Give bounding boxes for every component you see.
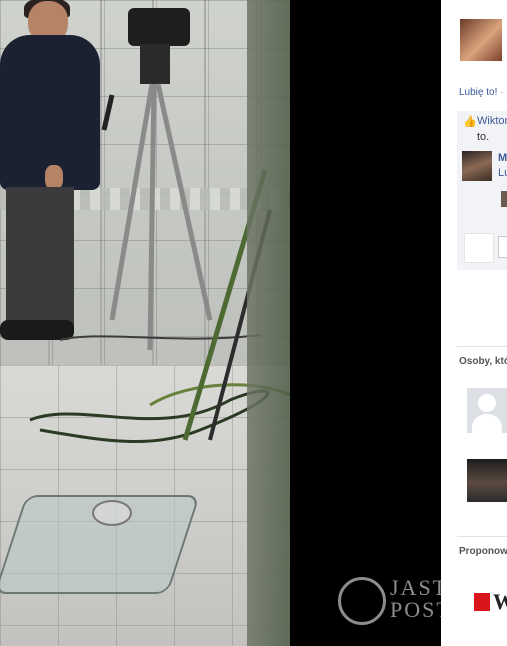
cable <box>29 389 270 443</box>
people-section-title: Osoby, któ <box>459 356 507 367</box>
like-action[interactable]: Lubię to! · <box>459 87 504 98</box>
like-link-label[interactable]: Lubię to! <box>459 87 497 98</box>
default-avatar[interactable] <box>467 388 507 433</box>
tripod-handle <box>101 94 115 131</box>
avatar-silhouette-head <box>478 394 496 412</box>
current-user-avatar <box>464 233 494 263</box>
thumbs-up-icon: 👍 <box>463 116 477 128</box>
suggested-section-title: Proponow <box>459 546 507 557</box>
commenter-avatar[interactable] <box>462 151 492 181</box>
avatar-silhouette-body <box>472 414 502 433</box>
likes-suffix: to. <box>477 131 490 143</box>
like-separator: · <box>500 87 504 98</box>
divider <box>457 346 507 347</box>
tripod-leg <box>155 83 213 321</box>
tripod-leg <box>109 83 155 321</box>
comment-like-link[interactable]: Lu <box>498 167 507 179</box>
post-sidebar: Lubię to! · 👍 Wiktoria to. M Lu Osoby, k… <box>441 0 507 646</box>
photo-viewer-background <box>290 0 441 646</box>
suggested-letter: W <box>493 589 507 614</box>
person-avatar[interactable] <box>467 459 507 502</box>
tripod-leg <box>147 83 157 351</box>
brand-red-block <box>474 593 490 611</box>
camera-head <box>140 44 170 84</box>
liker-name-link[interactable]: Wiktoria <box>477 115 507 127</box>
suggested-page-thumb[interactable]: W <box>469 583 507 621</box>
post-photo[interactable] <box>0 0 290 646</box>
video-camera <box>128 8 190 46</box>
comment-image-thumb[interactable] <box>501 191 507 207</box>
comment-input[interactable] <box>498 236 507 258</box>
foreground-blur <box>247 0 290 646</box>
cable <box>59 334 261 341</box>
comment-author-link[interactable]: M <box>498 152 507 164</box>
likes-and-comments: 👍 Wiktoria to. M Lu <box>457 111 507 270</box>
page-avatar[interactable] <box>460 19 502 61</box>
scale-display <box>92 500 132 526</box>
divider <box>457 536 507 537</box>
